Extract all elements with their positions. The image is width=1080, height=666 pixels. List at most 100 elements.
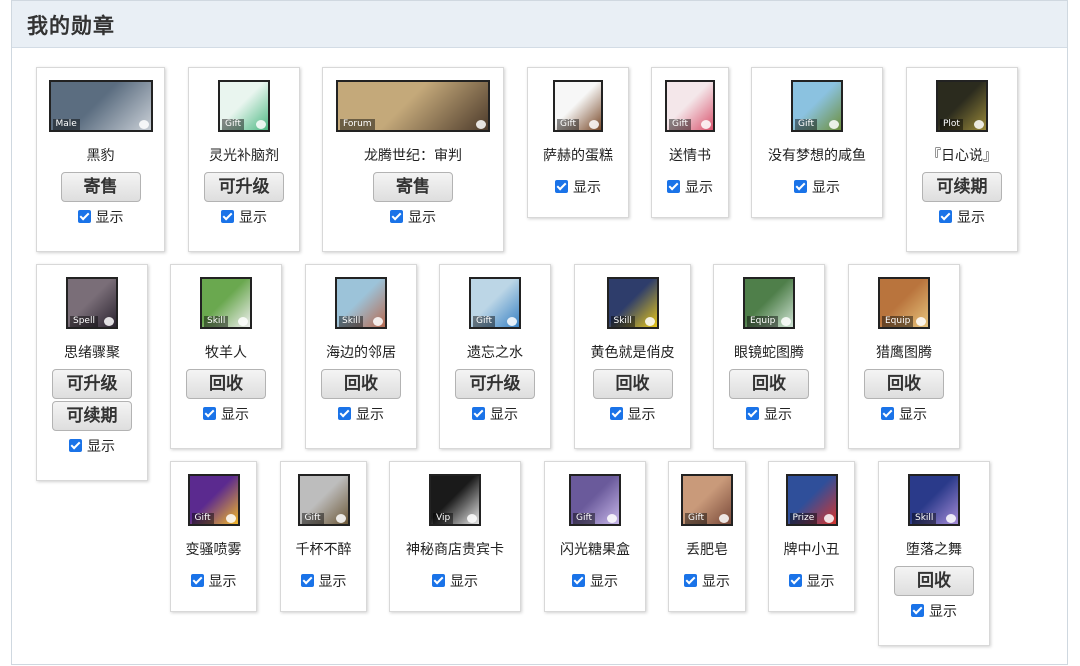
show-checkbox[interactable] [746, 407, 759, 420]
medal-card: Gift 丢肥皂显示 [668, 461, 746, 612]
medal-name: 堕落之舞 [906, 542, 962, 558]
medal-image[interactable]: Spell [66, 277, 118, 329]
show-checkbox[interactable] [77, 210, 91, 223]
medal-action-button[interactable]: 回收 [864, 369, 944, 399]
medal-badge-icon [946, 514, 956, 523]
medal-name: 送情书 [669, 148, 711, 164]
medal-action-button[interactable]: 可续期 [922, 172, 1002, 202]
show-checkbox[interactable] [221, 210, 234, 223]
show-toggle[interactable]: 显示 [440, 404, 550, 424]
medal-image[interactable]: Equip [743, 277, 795, 329]
medal-name: 思绪骤聚 [64, 345, 120, 361]
show-checkbox[interactable] [667, 180, 680, 193]
show-toggle[interactable]: 显示 [849, 404, 959, 424]
medal-name: 丢肥皂 [686, 542, 728, 558]
show-toggle[interactable]: 显示 [281, 571, 366, 591]
medal-action-button[interactable]: 寄售 [373, 172, 453, 202]
show-toggle[interactable]: 显示 [528, 177, 628, 197]
show-toggle[interactable]: 显示 [907, 207, 1017, 227]
show-toggle[interactable]: 显示 [545, 571, 645, 591]
show-checkbox[interactable] [190, 574, 204, 587]
show-checkbox[interactable] [572, 574, 585, 587]
show-toggle[interactable]: 显示 [390, 571, 520, 591]
show-checkbox[interactable] [300, 574, 314, 587]
medal-image[interactable]: Gift [791, 80, 843, 132]
medal-badge-icon [823, 514, 834, 523]
medal-badge-icon [373, 317, 383, 326]
medal-name: 眼镜蛇图腾 [734, 345, 804, 361]
medal-action-button[interactable]: 可升级 [204, 172, 284, 202]
medal-badge-icon [256, 120, 266, 129]
medal-action-button[interactable]: 可升级 [455, 369, 535, 399]
show-checkbox[interactable] [794, 180, 807, 193]
medal-image[interactable]: Gift [665, 80, 715, 132]
medal-image[interactable]: Skill [200, 277, 252, 329]
medal-action-button[interactable]: 可续期 [52, 401, 132, 431]
medal-image[interactable]: Male [48, 80, 153, 132]
medal-image[interactable]: Gift [218, 80, 270, 132]
medal-type-tag: Spell [70, 316, 98, 327]
show-checkbox[interactable] [390, 210, 403, 223]
show-toggle[interactable]: 显示 [769, 571, 854, 591]
show-toggle[interactable]: 显示 [171, 571, 256, 591]
medal-image[interactable]: Plot [936, 80, 988, 132]
show-checkbox[interactable] [911, 604, 924, 617]
medal-image[interactable]: Forum [336, 80, 490, 132]
show-checkbox[interactable] [338, 407, 351, 420]
medal-image[interactable]: Gift [553, 80, 603, 132]
medal-image[interactable]: Skill [908, 474, 960, 526]
show-label: 显示 [450, 574, 478, 590]
show-checkbox[interactable] [788, 574, 802, 587]
show-checkbox[interactable] [684, 574, 697, 587]
medal-image[interactable]: Equip [878, 277, 930, 329]
medal-image[interactable]: Gift [187, 474, 240, 526]
show-toggle[interactable]: 显示 [652, 177, 728, 197]
medal-type-tag: Equip [747, 316, 779, 327]
medal-name: 神秘商店贵宾卡 [406, 542, 504, 558]
show-checkbox[interactable] [555, 180, 568, 193]
medal-image[interactable]: Gift [569, 474, 621, 526]
show-checkbox[interactable] [881, 407, 894, 420]
medal-action-button[interactable]: 回收 [729, 369, 809, 399]
medal-image[interactable]: Gift [681, 474, 733, 526]
medal-action-button[interactable]: 可升级 [52, 369, 132, 399]
medal-action-button[interactable]: 回收 [186, 369, 266, 399]
show-toggle[interactable]: 显示 [714, 404, 824, 424]
show-toggle[interactable]: 显示 [37, 207, 164, 227]
medal-image[interactable]: Vip [429, 474, 481, 526]
medal-image[interactable]: Gift [297, 474, 350, 526]
medal-name: 遗忘之水 [467, 345, 523, 361]
medal-action-button[interactable]: 回收 [321, 369, 401, 399]
show-toggle[interactable]: 显示 [189, 207, 299, 227]
show-toggle[interactable]: 显示 [669, 571, 745, 591]
show-checkbox[interactable] [939, 210, 952, 223]
show-label: 显示 [812, 180, 840, 196]
show-toggle[interactable]: 显示 [171, 404, 281, 424]
medal-action-button[interactable]: 回收 [894, 566, 974, 596]
show-label: 显示 [929, 604, 957, 620]
show-toggle[interactable]: 显示 [306, 404, 416, 424]
medal-action-button[interactable]: 回收 [592, 369, 673, 399]
show-checkbox[interactable] [609, 407, 623, 420]
medal-image[interactable]: Skill [606, 277, 659, 329]
show-checkbox[interactable] [472, 407, 485, 420]
show-checkbox[interactable] [203, 407, 216, 420]
medal-image[interactable]: Prize [785, 474, 838, 526]
medal-type-tag: Gift [301, 513, 324, 524]
show-checkbox[interactable] [69, 439, 82, 452]
show-toggle[interactable]: 显示 [879, 601, 989, 621]
show-toggle[interactable]: 显示 [575, 404, 690, 424]
show-toggle[interactable]: 显示 [37, 436, 147, 456]
show-toggle[interactable]: 显示 [323, 207, 503, 227]
medal-action-button[interactable]: 寄售 [60, 172, 141, 202]
medal-card: Forum 龙腾世纪：审判 寄售 显示 [322, 67, 504, 252]
medal-image[interactable]: Skill [335, 277, 387, 329]
show-label: 显示 [221, 407, 249, 423]
show-checkbox[interactable] [432, 574, 445, 587]
medal-card: Gift 千杯不醉 显示 [280, 461, 367, 612]
show-label: 显示 [702, 574, 730, 590]
medal-image[interactable]: Gift [469, 277, 521, 329]
show-label: 显示 [764, 407, 792, 423]
show-toggle[interactable]: 显示 [752, 177, 882, 197]
medal-card: Gift 灵光补脑剂 可升级 显示 [188, 67, 300, 252]
